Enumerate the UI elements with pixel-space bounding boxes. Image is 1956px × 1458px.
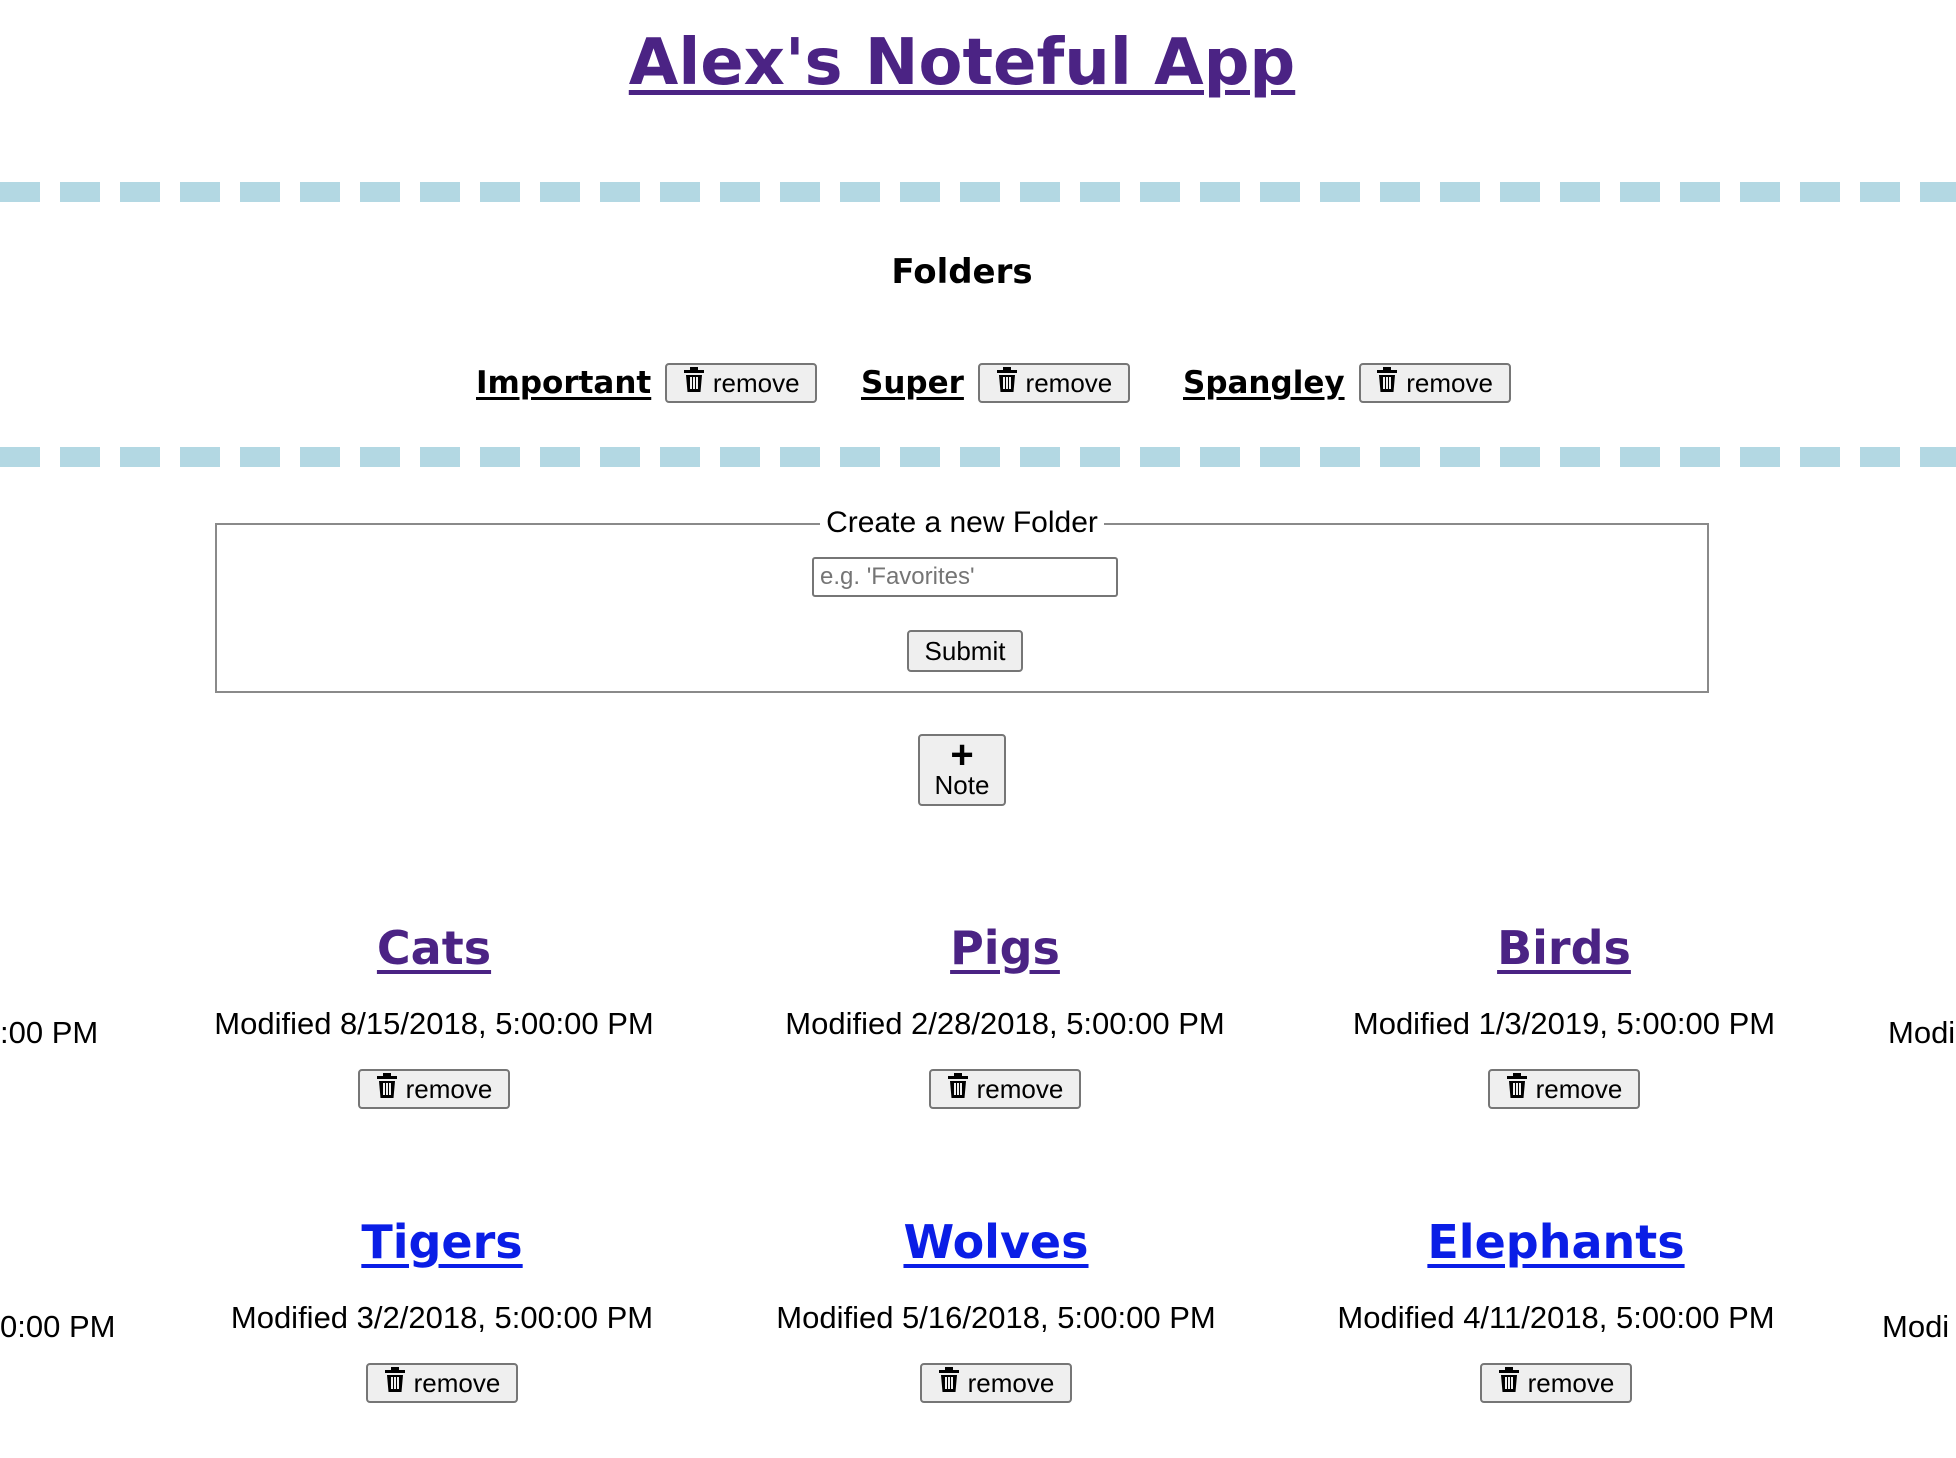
- remove-label: remove: [967, 1367, 1055, 1398]
- note-card: Wolves Modified 5/16/2018, 5:00:00 PM re…: [732, 1214, 1260, 1403]
- remove-label: remove: [1406, 367, 1493, 398]
- note-card: Pigs Modified 2/28/2018, 5:00:00 PM remo…: [741, 920, 1269, 1109]
- folders-heading: Folders: [891, 252, 1033, 292]
- trash-icon: [384, 1366, 406, 1400]
- note-modified-clipped-right: Modi: [1882, 1309, 1950, 1344]
- plus-icon: +: [950, 733, 974, 777]
- note-modified-date: Modified 8/15/2018, 5:00:00 PM: [214, 1006, 654, 1041]
- note-card: Birds Modified 1/3/2019, 5:00:00 PM remo…: [1300, 920, 1828, 1109]
- folder-link-important[interactable]: Important: [476, 365, 651, 401]
- note-modified-date: Modified 5/16/2018, 5:00:00 PM: [776, 1300, 1216, 1335]
- app-title-link[interactable]: Alex's Noteful App: [629, 26, 1295, 100]
- trash-icon: [1498, 1366, 1520, 1400]
- remove-label: remove: [1535, 1073, 1623, 1104]
- trash-icon: [683, 366, 705, 400]
- folder-list: Important remove Super remove Spangley r…: [0, 358, 1956, 408]
- remove-note-button[interactable]: remove: [920, 1363, 1072, 1403]
- new-folder-legend: Create a new Folder: [217, 505, 1707, 541]
- remove-note-button[interactable]: remove: [1488, 1069, 1640, 1109]
- folder-item-important: Important remove: [476, 358, 818, 408]
- note-modified-clipped-right: Modi: [1888, 1015, 1956, 1050]
- note-card: Cats Modified 8/15/2018, 5:00:00 PM remo…: [170, 920, 698, 1109]
- app-title: Alex's Noteful App: [0, 26, 1924, 100]
- new-folder-legend-text: Create a new Folder: [820, 506, 1104, 539]
- remove-note-button[interactable]: remove: [366, 1363, 518, 1403]
- note-modified-clipped-left: :00 PM: [0, 1015, 99, 1050]
- note-title-link[interactable]: Cats: [170, 920, 698, 976]
- trash-icon: [376, 1072, 398, 1106]
- note-card: Tigers Modified 3/2/2018, 5:00:00 PM rem…: [178, 1214, 706, 1403]
- note-card: Elephants Modified 4/11/2018, 5:00:00 PM…: [1292, 1214, 1820, 1403]
- note-modified-date: Modified 2/28/2018, 5:00:00 PM: [785, 1006, 1225, 1041]
- note-title-link[interactable]: Tigers: [178, 1214, 706, 1270]
- dashed-divider-bottom: [0, 447, 1956, 467]
- new-folder-form: Create a new Folder Submit: [215, 506, 1709, 693]
- note-title-link[interactable]: Wolves: [732, 1214, 1260, 1270]
- folder-link-super[interactable]: Super: [861, 365, 964, 401]
- folder-item-super: Super remove: [861, 358, 1130, 408]
- remove-label: remove: [413, 1367, 501, 1398]
- trash-icon: [947, 1072, 969, 1106]
- note-title-link[interactable]: Elephants: [1292, 1214, 1820, 1270]
- remove-note-button[interactable]: remove: [358, 1069, 510, 1109]
- trash-icon: [1376, 366, 1398, 400]
- note-modified-clipped-left: 0:00 PM: [0, 1309, 116, 1344]
- remove-label: remove: [405, 1073, 493, 1104]
- remove-note-button[interactable]: remove: [929, 1069, 1081, 1109]
- add-note-button[interactable]: + Note: [918, 734, 1006, 806]
- trash-icon: [996, 366, 1018, 400]
- remove-label: remove: [976, 1073, 1064, 1104]
- add-note-label: Note: [934, 770, 990, 800]
- submit-button[interactable]: Submit: [907, 630, 1023, 672]
- remove-label: remove: [1527, 1367, 1615, 1398]
- folder-item-spangley: Spangley remove: [1183, 358, 1511, 408]
- note-modified-date: Modified 4/11/2018, 5:00:00 PM: [1337, 1300, 1775, 1335]
- remove-folder-button[interactable]: remove: [977, 363, 1130, 403]
- dashed-divider-top: [0, 182, 1956, 202]
- remove-label: remove: [1025, 367, 1113, 398]
- folder-link-spangley[interactable]: Spangley: [1183, 365, 1345, 401]
- remove-folder-button[interactable]: remove: [665, 363, 818, 403]
- note-modified-date: Modified 3/2/2018, 5:00:00 PM: [230, 1300, 654, 1335]
- trash-icon: [938, 1366, 960, 1400]
- page: Alex's Noteful App Folders Important rem…: [0, 0, 1956, 1458]
- note-modified-date: Modified 1/3/2019, 5:00:00 PM: [1352, 1006, 1776, 1041]
- remove-folder-button[interactable]: remove: [1358, 363, 1511, 403]
- note-title-link[interactable]: Pigs: [741, 920, 1269, 976]
- trash-icon: [1506, 1072, 1528, 1106]
- folder-name-input[interactable]: [812, 557, 1118, 597]
- remove-label: remove: [712, 367, 800, 398]
- remove-note-button[interactable]: remove: [1480, 1363, 1632, 1403]
- note-title-link[interactable]: Birds: [1300, 920, 1828, 976]
